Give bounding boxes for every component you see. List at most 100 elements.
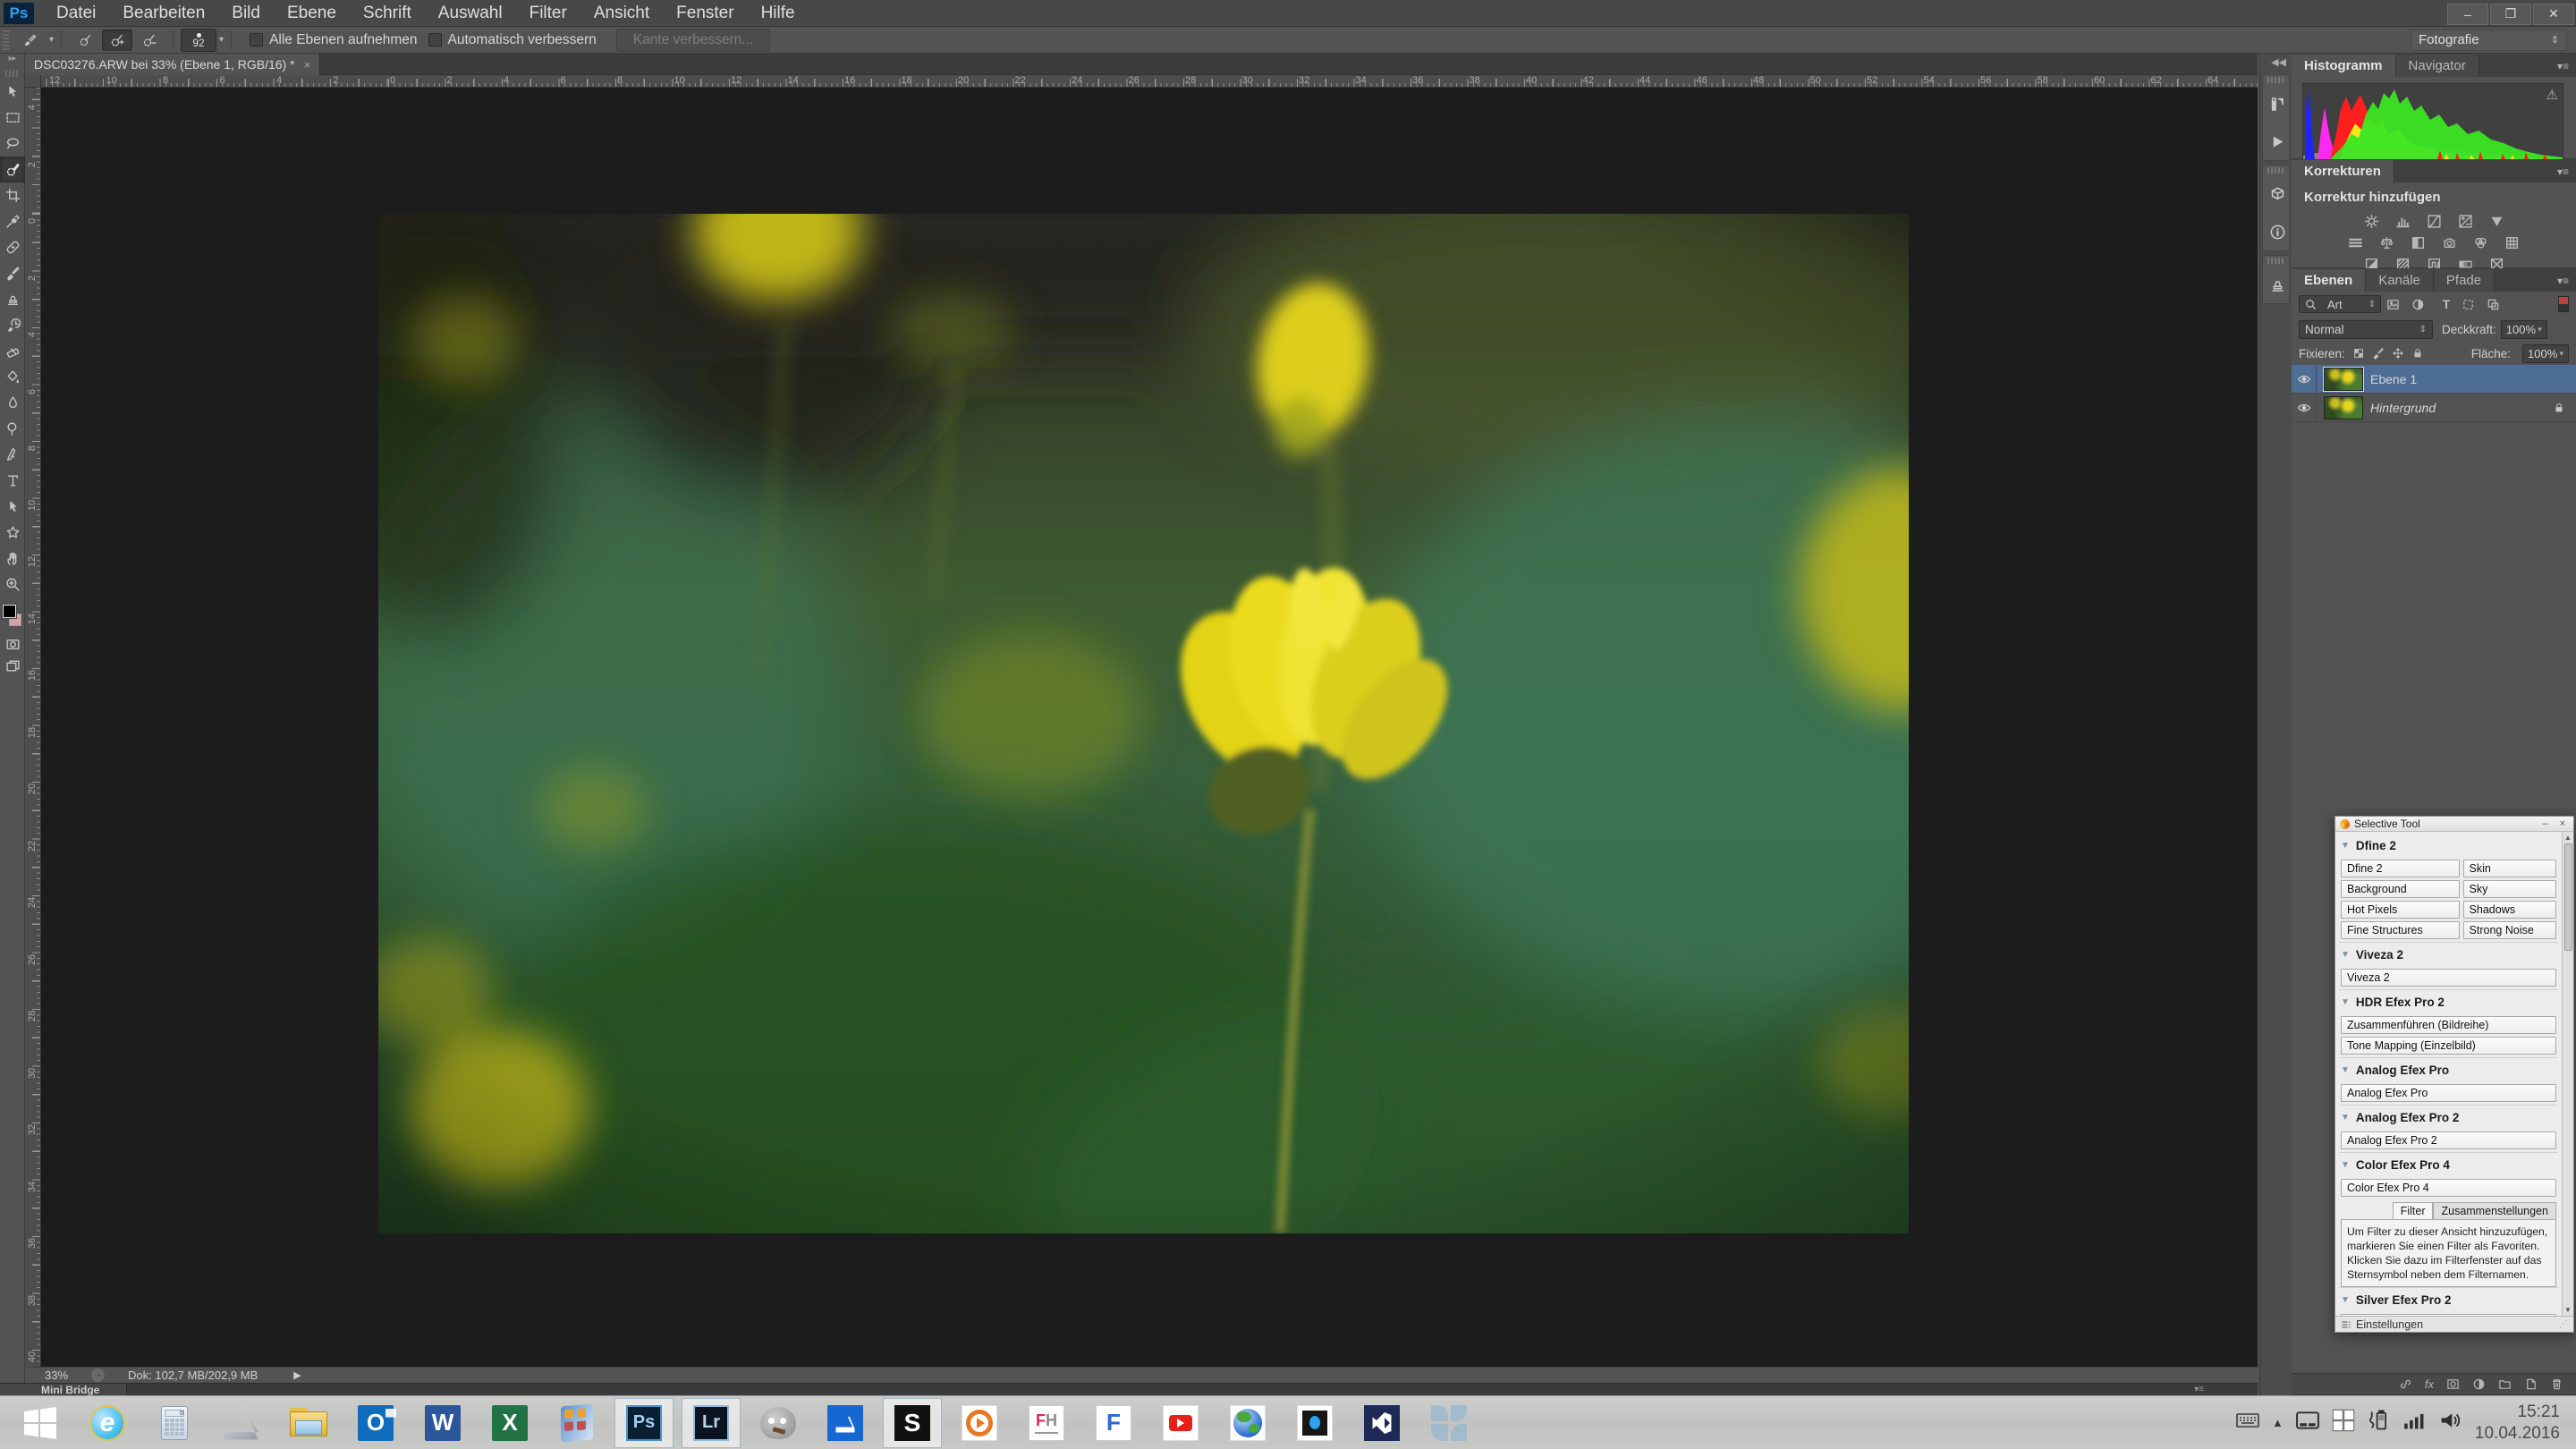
filter-button-color-efex-pro-4[interactable]: Color Efex Pro 4 xyxy=(2341,1179,2556,1197)
tool-eraser[interactable] xyxy=(0,338,25,364)
tool-marquee[interactable] xyxy=(0,105,25,131)
taskbar-outlook-icon[interactable]: O xyxy=(346,1398,405,1448)
color-swatches[interactable] xyxy=(0,603,25,633)
filter-button-zusammenf-hren-bildreihe-[interactable]: Zusammenführen (Bildreihe) xyxy=(2341,1016,2556,1034)
lock-transparency-icon[interactable] xyxy=(2352,347,2365,360)
sample-all-layers-checkbox[interactable] xyxy=(250,33,263,47)
layer-name[interactable]: Hintergrund xyxy=(2370,401,2436,415)
taskbar-freehand-icon[interactable]: FH xyxy=(1017,1398,1076,1448)
minimize-button[interactable]: – xyxy=(2538,818,2551,829)
section-analog-efex-pro-2[interactable]: ▼Analog Efex Pro 2 xyxy=(2339,1105,2558,1129)
visibility-eye-icon[interactable] xyxy=(2292,394,2317,422)
opacity-field[interactable]: 100% ▾ xyxy=(2501,320,2547,339)
histogram-warning-icon[interactable]: ⚠ xyxy=(2546,87,2558,103)
zoom-level[interactable]: 33% xyxy=(45,1368,68,1382)
collapse-triangle-icon[interactable]: ▼ xyxy=(2341,950,2350,960)
tool-brush[interactable] xyxy=(0,260,25,286)
tab-navigator[interactable]: Navigator xyxy=(2396,55,2479,77)
filter-button-analog-efex-pro[interactable]: Analog Efex Pro xyxy=(2341,1084,2556,1102)
toolbar-expander[interactable]: ▸▸ xyxy=(0,54,24,68)
close-button[interactable]: ✕ xyxy=(2533,4,2574,25)
tool-move[interactable] xyxy=(0,79,25,105)
selective-tool-titlebar[interactable]: Selective Tool – × xyxy=(2335,817,2573,832)
filter-button-background[interactable]: Background xyxy=(2341,880,2460,898)
tab-korrekturen[interactable]: Korrekturen xyxy=(2292,160,2394,182)
chevron-down-icon[interactable]: ▾ xyxy=(49,35,54,45)
layer-filter-toggle[interactable] xyxy=(2558,296,2569,312)
taskbar-sublime-icon[interactable]: S xyxy=(883,1398,942,1448)
fill-field[interactable]: 100% ▾ xyxy=(2522,344,2569,363)
tool-zoom[interactable] xyxy=(0,572,25,597)
menu-hilfe[interactable]: Hilfe xyxy=(748,0,809,27)
quick-mask-button[interactable] xyxy=(0,633,25,655)
action-center-icon[interactable] xyxy=(2332,1409,2355,1436)
collapse-dock-icon[interactable]: ◀◀ xyxy=(2260,54,2292,71)
layer-style-icon[interactable]: fx xyxy=(2425,1377,2434,1391)
settings-bar[interactable]: Einstellungen ⋰ xyxy=(2335,1316,2573,1332)
filter-type-layers-icon[interactable]: T xyxy=(2436,297,2456,311)
collapse-triangle-icon[interactable]: ▼ xyxy=(2341,1065,2350,1075)
black-white-icon[interactable] xyxy=(2407,233,2430,251)
properties-3d-panel-icon[interactable] xyxy=(2263,175,2292,213)
taskbar-podcast-icon[interactable] xyxy=(950,1398,1009,1448)
resize-grip[interactable]: ⋰ xyxy=(2559,1319,2568,1329)
tool-crop[interactable] xyxy=(0,182,25,208)
tool-type[interactable] xyxy=(0,468,25,494)
visibility-eye-icon[interactable] xyxy=(2292,365,2317,394)
tab-zusammenstellungen[interactable]: Zusammenstellungen xyxy=(2433,1202,2556,1219)
lock-all-icon[interactable] xyxy=(2411,347,2424,360)
tool-custom-shape[interactable] xyxy=(0,520,25,546)
add-adjustment-icon[interactable] xyxy=(2472,1377,2486,1391)
section-dfine-2[interactable]: ▼Dfine 2 xyxy=(2339,834,2558,857)
taskbar-lightroom-icon[interactable]: Lr xyxy=(682,1398,741,1448)
filter-button-analog-efex-pro-2[interactable]: Analog Efex Pro 2 xyxy=(2341,1131,2556,1149)
collapse-triangle-icon[interactable]: ▼ xyxy=(2341,1160,2350,1170)
photo-filter-icon[interactable] xyxy=(2438,233,2462,251)
taskbar-internet-explorer-icon[interactable]: e xyxy=(78,1398,137,1448)
menu-fenster[interactable]: Fenster xyxy=(663,0,747,27)
collapse-triangle-icon[interactable]: ▼ xyxy=(2341,1295,2350,1305)
new-group-icon[interactable] xyxy=(2498,1377,2512,1391)
menu-schrift[interactable]: Schrift xyxy=(350,0,425,27)
filter-pixel-layers-icon[interactable] xyxy=(2386,298,2406,311)
link-layers-icon[interactable] xyxy=(2399,1377,2412,1391)
menu-bild[interactable]: Bild xyxy=(218,0,274,27)
new-selection-icon[interactable] xyxy=(70,30,100,51)
panel-menu-icon[interactable]: ▾≡ xyxy=(2550,270,2576,292)
panel-menu-icon[interactable]: ▾≡ xyxy=(2550,55,2576,77)
section-silver-efex-pro-2[interactable]: ▼Silver Efex Pro 2 xyxy=(2339,1287,2558,1311)
taskbar-clock[interactable]: 15:21 10.04.2016 xyxy=(2475,1402,2560,1445)
filter-adjustment-layers-icon[interactable] xyxy=(2411,298,2431,311)
chevron-down-icon[interactable]: ▾ xyxy=(219,35,224,45)
exposure-icon[interactable] xyxy=(2453,212,2477,230)
tool-path-selection[interactable] xyxy=(0,494,25,520)
taskbar-visual-studio-icon[interactable] xyxy=(1352,1398,1411,1448)
info-panel-icon[interactable] xyxy=(2263,213,2292,250)
tool-hand[interactable] xyxy=(0,546,25,572)
collapse-triangle-icon[interactable]: ▼ xyxy=(2341,997,2350,1007)
taskbar-camera-app-icon[interactable] xyxy=(1285,1398,1344,1448)
touchpad-icon[interactable] xyxy=(2296,1409,2319,1436)
status-menu-arrow[interactable]: ▶ xyxy=(293,1369,301,1381)
panel-menu-icon[interactable]: ▾≡ xyxy=(2194,1385,2204,1394)
tab-histogramm[interactable]: Histogramm xyxy=(2292,55,2396,77)
tab-filter[interactable]: Filter xyxy=(2393,1202,2434,1219)
tool-dodge[interactable] xyxy=(0,416,25,442)
layer-name[interactable]: Ebene 1 xyxy=(2370,372,2417,386)
taskbar-photoshop-icon[interactable]: Ps xyxy=(614,1398,674,1448)
curves-icon[interactable] xyxy=(2422,212,2445,230)
signal-icon[interactable] xyxy=(2403,1409,2427,1436)
menu-bearbeiten[interactable]: Bearbeiten xyxy=(109,0,218,27)
taskbar-calculator-icon[interactable]: 0 xyxy=(145,1398,204,1448)
section-viveza-2[interactable]: ▼Viveza 2 xyxy=(2339,942,2558,966)
battery-icon[interactable] xyxy=(2368,1409,2391,1436)
filter-smart-objects-icon[interactable] xyxy=(2487,298,2506,311)
tool-gradient[interactable] xyxy=(0,364,25,390)
section-color-efex-pro-4[interactable]: ▼Color Efex Pro 4 xyxy=(2339,1152,2558,1176)
filter-button-hot-pixels[interactable]: Hot Pixels xyxy=(2341,901,2460,919)
tool-pen[interactable] xyxy=(0,442,25,468)
section-analog-efex-pro[interactable]: ▼Analog Efex Pro xyxy=(2339,1057,2558,1081)
taskbar-network-app-icon[interactable] xyxy=(1419,1398,1479,1448)
filter-button-strong-noise[interactable]: Strong Noise xyxy=(2463,921,2556,939)
workspace-switcher[interactable]: Fotografie⇕ xyxy=(2411,30,2567,51)
